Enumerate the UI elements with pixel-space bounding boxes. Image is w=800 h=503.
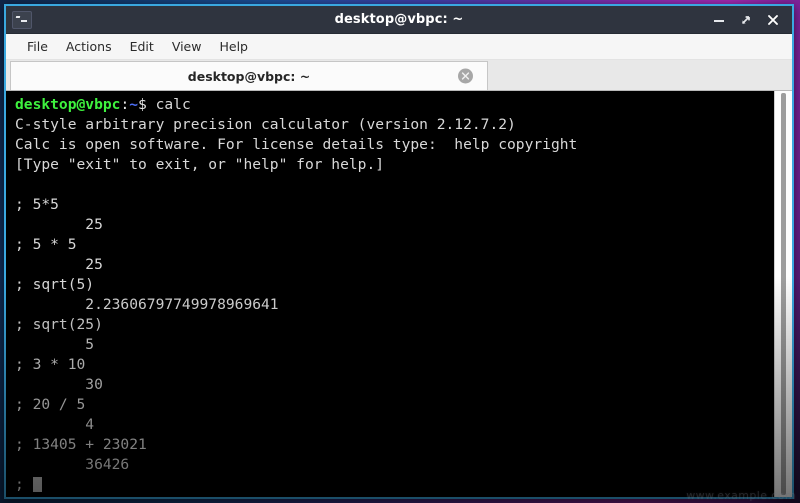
- calc-prompt: ;: [15, 476, 33, 493]
- terminal-line: ; 5*5: [15, 196, 59, 213]
- text-cursor: [32, 477, 42, 492]
- menu-file[interactable]: File: [18, 37, 57, 56]
- prompt-path: ~: [129, 96, 139, 113]
- terminal-line: desktop@vbpc:~$ calc: [15, 95, 774, 115]
- window-title: desktop@vbpc: ~: [334, 12, 464, 27]
- close-button[interactable]: [766, 13, 780, 27]
- prompt-user-host: desktop@vbpc: [15, 96, 121, 113]
- terminal-line: 25: [15, 256, 103, 273]
- prompt-colon: :: [120, 96, 130, 113]
- tab-close-glyph: [461, 72, 470, 80]
- terminal-icon: [12, 10, 32, 29]
- terminal-line: ; 5 * 5: [15, 236, 77, 253]
- terminal-line: 4: [15, 416, 95, 433]
- terminal-line: ;: [15, 475, 774, 495]
- terminal-line: ; 13405 + 23021: [15, 436, 147, 453]
- terminal-area[interactable]: desktop@vbpc:~$ calc C-style arbitrary pr…: [6, 91, 792, 497]
- terminal-line: ; 3 * 10: [15, 356, 86, 373]
- terminal-line: ; sqrt(5): [15, 276, 95, 293]
- terminal-tab[interactable]: desktop@vbpc: ~: [10, 61, 488, 90]
- prompt-dollar: $: [138, 96, 147, 113]
- menu-help[interactable]: Help: [210, 37, 257, 56]
- close-circle-icon[interactable]: [458, 68, 473, 84]
- tabbar: desktop@vbpc: ~: [6, 60, 792, 91]
- terminal-line: 5: [15, 336, 95, 353]
- menu-view[interactable]: View: [163, 37, 211, 56]
- prompt-command: calc: [146, 96, 191, 113]
- terminal-line: Calc is open software. For license detai…: [15, 136, 578, 153]
- close-icon: [768, 14, 778, 25]
- terminal-line: C-style arbitrary precision calculator (…: [15, 116, 516, 133]
- terminal-line: 2.23606797749978969641: [15, 296, 279, 313]
- terminal-line: 25: [15, 216, 103, 233]
- menubar: File Actions Edit View Help: [6, 34, 792, 60]
- menu-edit[interactable]: Edit: [121, 37, 163, 56]
- terminal-window: desktop@vbpc: ~ File Actions Edit View H…: [4, 4, 794, 499]
- terminal-output[interactable]: desktop@vbpc:~$ calc C-style arbitrary pr…: [6, 91, 774, 497]
- maximize-button[interactable]: [739, 13, 753, 27]
- terminal-line: ; sqrt(25): [15, 316, 103, 333]
- maximize-icon: [741, 15, 750, 24]
- window-controls: [712, 13, 792, 27]
- tab-label: desktop@vbpc: ~: [187, 68, 311, 84]
- scrollbar-thumb[interactable]: [781, 93, 786, 495]
- terminal-line: [Type "exit" to exit, or "help" for help…: [15, 156, 385, 173]
- menu-actions[interactable]: Actions: [57, 37, 121, 56]
- terminal-line: 36426: [15, 456, 130, 473]
- window-titlebar[interactable]: desktop@vbpc: ~: [6, 6, 792, 34]
- terminal-scrollbar[interactable]: [774, 91, 792, 497]
- desktop-background: desktop@vbpc: ~ File Actions Edit View H…: [0, 0, 800, 503]
- minimize-button[interactable]: [712, 13, 726, 27]
- terminal-line: ; 20 / 5: [15, 396, 86, 413]
- terminal-line: 30: [15, 376, 103, 393]
